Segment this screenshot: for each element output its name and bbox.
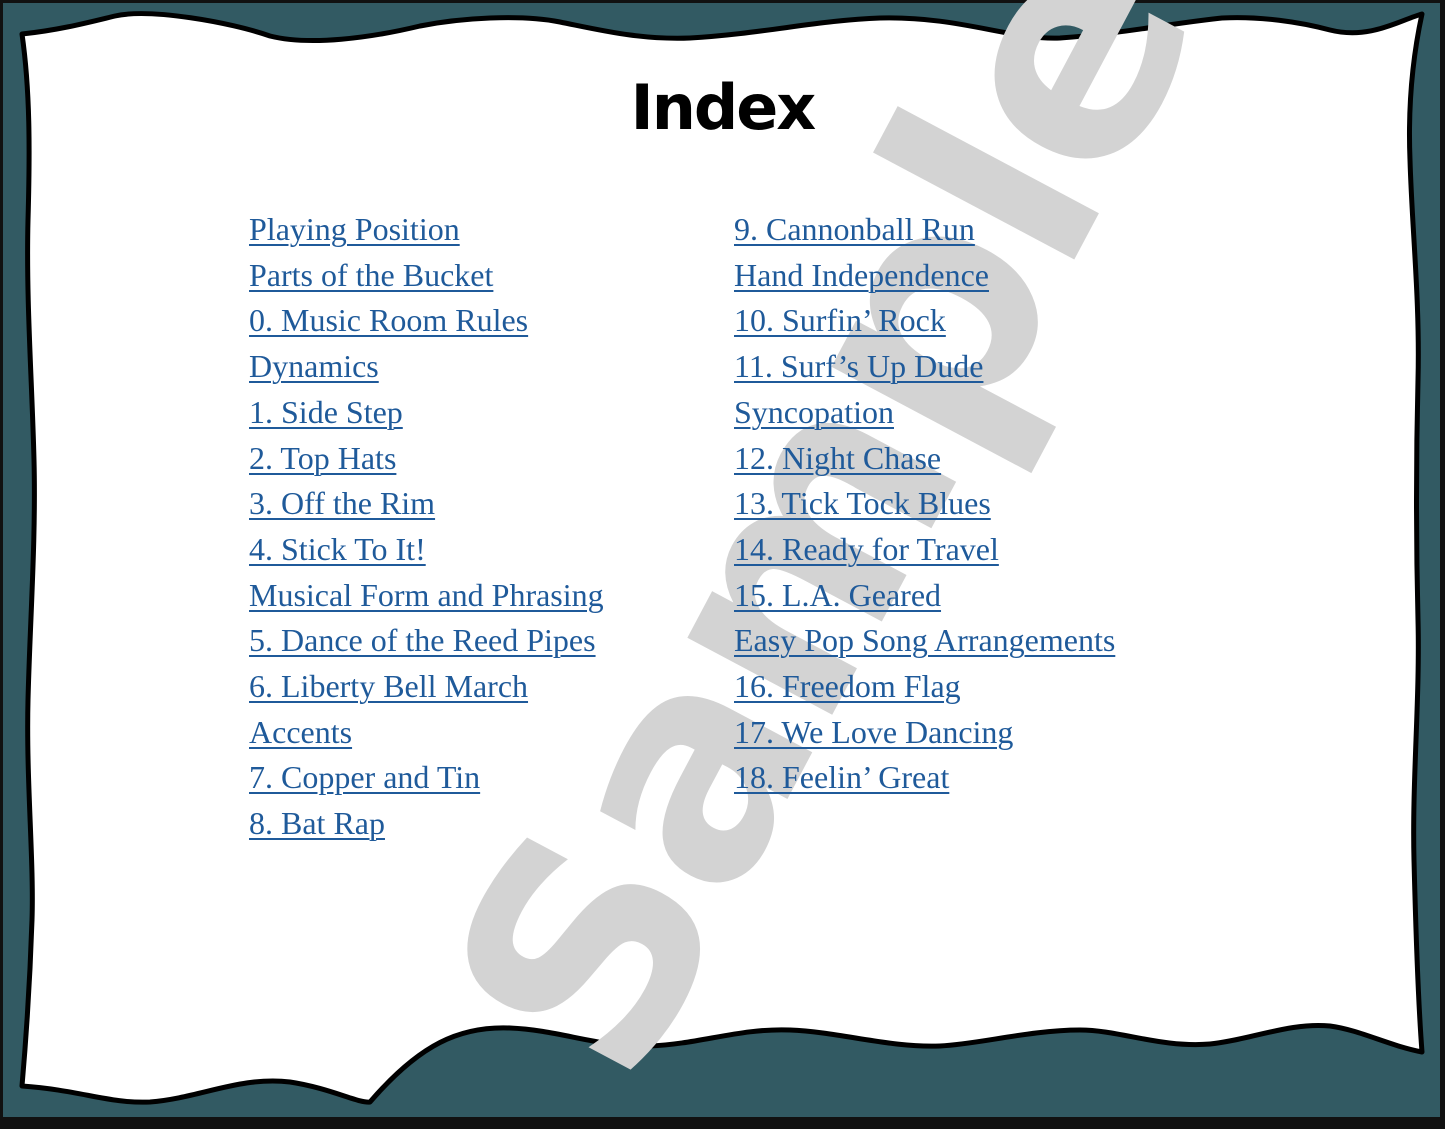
index-link[interactable]: 8. Bat Rap [249,801,604,847]
index-link[interactable]: 15. L.A. Geared [734,573,1115,619]
index-link[interactable]: 10. Surfin’ Rock [734,298,1115,344]
index-link[interactable]: 17. We Love Dancing [734,710,1115,756]
index-left-column: Playing Position Parts of the Bucket 0. … [249,207,604,847]
index-right-column: 9. Cannonball Run Hand Independence 10. … [734,207,1115,801]
index-link[interactable]: 11. Surf’s Up Dude [734,344,1115,390]
index-link[interactable]: 6. Liberty Bell March [249,664,604,710]
index-link[interactable]: Playing Position [249,207,604,253]
index-link[interactable]: 7. Copper and Tin [249,755,604,801]
index-link[interactable]: Hand Independence [734,253,1115,299]
panel-outline [19,11,1425,1105]
index-link[interactable]: 5. Dance of the Reed Pipes [249,618,604,664]
wavy-content-panel [19,11,1425,1105]
index-link[interactable]: 12. Night Chase [734,436,1115,482]
index-link[interactable]: Syncopation [734,390,1115,436]
index-link[interactable]: Musical Form and Phrasing [249,573,604,619]
index-link[interactable]: 18. Feelin’ Great [734,755,1115,801]
index-link[interactable]: Accents [249,710,604,756]
index-link[interactable]: 13. Tick Tock Blues [734,481,1115,527]
index-link[interactable]: 1. Side Step [249,390,604,436]
index-link[interactable]: 0. Music Room Rules [249,298,604,344]
index-link[interactable]: Parts of the Bucket [249,253,604,299]
index-link[interactable]: 14. Ready for Travel [734,527,1115,573]
page-title: Index [630,71,817,144]
index-link[interactable]: Easy Pop Song Arrangements [734,618,1115,664]
index-link[interactable]: 16. Freedom Flag [734,664,1115,710]
index-link[interactable]: 9. Cannonball Run [734,207,1115,253]
index-link[interactable]: Dynamics [249,344,604,390]
index-link[interactable]: 2. Top Hats [249,436,604,482]
index-link[interactable]: 4. Stick To It! [249,527,604,573]
index-link[interactable]: 3. Off the Rim [249,481,604,527]
